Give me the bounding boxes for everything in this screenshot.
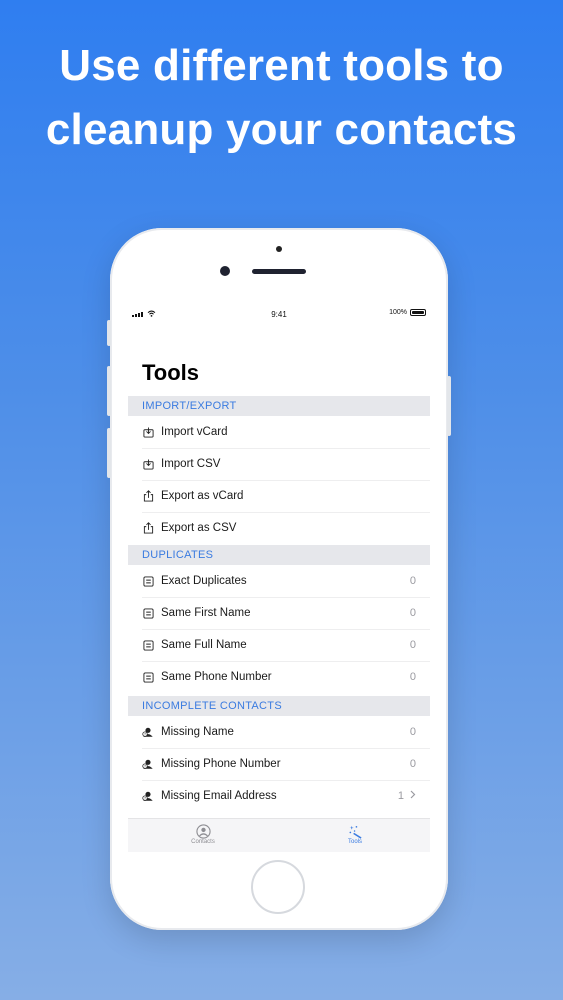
row-export-vcard[interactable]: Export as vCard: [128, 480, 430, 512]
row-label: Same Full Name: [161, 639, 247, 651]
phone-mockup: 9:41 100% Tools IMPORT/EXPORT Import vCa…: [107, 228, 451, 930]
section-header-duplicates: DUPLICATES: [128, 545, 430, 565]
svg-text:?: ?: [144, 796, 146, 800]
earpiece-speaker: [252, 269, 306, 274]
list-icon: [142, 639, 154, 651]
battery-icon: [410, 309, 426, 316]
svg-text:?: ?: [144, 764, 146, 768]
person-question-icon: ?: [142, 790, 154, 802]
status-bar: 9:41 100%: [128, 302, 430, 328]
svg-text:?: ?: [144, 732, 146, 736]
page-title: Tools: [142, 360, 200, 385]
row-count: 0: [409, 639, 416, 651]
volume-up-button: [107, 366, 111, 416]
row-label: Exact Duplicates: [161, 575, 247, 587]
row-label: Missing Email Address: [161, 790, 277, 802]
battery-status: 100%: [389, 309, 426, 316]
row-count: 1: [397, 790, 404, 802]
row-missing-phone-number[interactable]: ? Missing Phone Number 0: [128, 748, 430, 780]
row-label: Same First Name: [161, 607, 251, 619]
home-button[interactable]: [251, 860, 305, 914]
row-label: Same Phone Number: [161, 671, 272, 683]
front-camera: [220, 266, 230, 276]
row-same-first-name[interactable]: Same First Name 0: [128, 597, 430, 629]
person-circle-icon: [173, 823, 233, 839]
magic-wand-icon: [325, 823, 385, 839]
row-label: Missing Name: [161, 726, 234, 738]
row-same-full-name[interactable]: Same Full Name 0: [128, 629, 430, 661]
section-header-import-export: IMPORT/EXPORT: [128, 396, 430, 416]
tab-contacts[interactable]: Contacts: [173, 823, 233, 845]
share-icon: [142, 522, 154, 534]
row-exact-duplicates[interactable]: Exact Duplicates 0: [128, 565, 430, 597]
person-question-icon: ?: [142, 726, 154, 738]
battery-percent: 100%: [389, 309, 407, 316]
status-time: 9:41: [271, 310, 287, 319]
share-icon: [142, 490, 154, 502]
list-icon: [142, 671, 154, 683]
tab-bar: Contacts Tools: [128, 818, 430, 852]
row-export-csv[interactable]: Export as CSV: [128, 512, 430, 544]
row-missing-name[interactable]: ? Missing Name 0: [128, 716, 430, 748]
row-same-phone-number[interactable]: Same Phone Number 0: [128, 661, 430, 693]
chevron-right-icon: [410, 790, 416, 802]
tab-label: Contacts: [191, 839, 215, 845]
volume-down-button: [107, 428, 111, 478]
list-icon: [142, 575, 154, 587]
row-count: 0: [409, 575, 416, 587]
power-button: [447, 376, 451, 436]
import-icon: [142, 458, 154, 470]
mute-switch: [107, 320, 111, 346]
promo-headline: Use different tools to cleanup your cont…: [0, 34, 563, 162]
tab-label: Tools: [347, 839, 362, 845]
tab-tools[interactable]: Tools: [325, 823, 385, 845]
import-icon: [142, 426, 154, 438]
promo-headline-line2: cleanup your contacts: [45, 105, 518, 154]
proximity-sensor: [276, 246, 282, 252]
row-count: 0: [409, 671, 416, 683]
row-label: Import CSV: [161, 458, 221, 470]
section-header-incomplete-contacts: INCOMPLETE CONTACTS: [128, 696, 430, 716]
row-label: Export as vCard: [161, 490, 244, 502]
list-icon: [142, 607, 154, 619]
promo-headline-line1: Use different tools to: [59, 41, 504, 90]
row-import-csv[interactable]: Import CSV: [128, 448, 430, 480]
row-label: Export as CSV: [161, 522, 237, 534]
row-count: 0: [409, 726, 416, 738]
row-import-vcard[interactable]: Import vCard: [128, 416, 430, 448]
row-count: 0: [409, 607, 416, 619]
row-label: Missing Phone Number: [161, 758, 281, 770]
person-question-icon: ?: [142, 758, 154, 770]
row-count: 0: [409, 758, 416, 770]
row-label: Import vCard: [161, 426, 228, 438]
app-screen: 9:41 100% Tools IMPORT/EXPORT Import vCa…: [128, 302, 430, 852]
row-missing-email-address[interactable]: ? Missing Email Address 1: [128, 780, 430, 812]
